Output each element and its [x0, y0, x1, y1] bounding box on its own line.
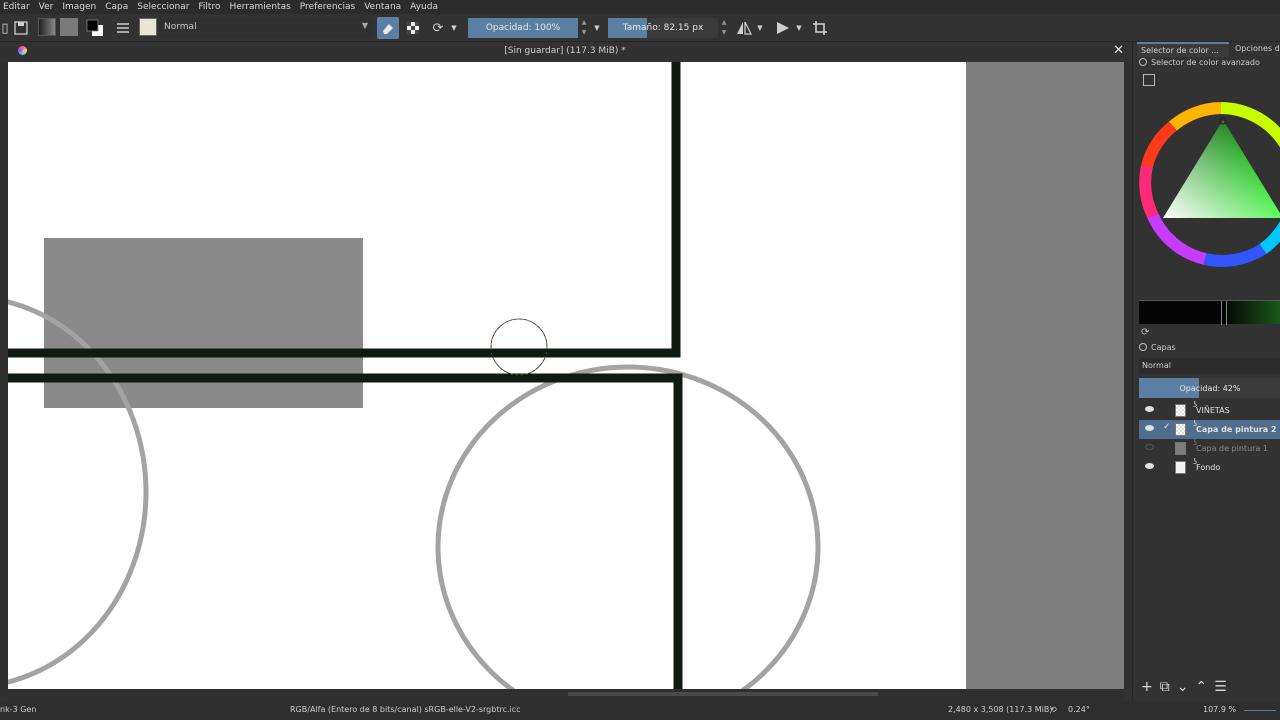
layer-name: Fondo: [1196, 463, 1221, 472]
mask-spacer: [8, 404, 966, 689]
current-brush: nk-3 Gen: [0, 705, 37, 714]
mirror-vertical-icon[interactable]: [772, 17, 794, 39]
document-title: [Sin guardar] (117.3 MiB) *: [504, 46, 626, 56]
crop-icon[interactable]: [809, 17, 831, 39]
rotate-icon[interactable]: ⟲: [1050, 705, 1057, 714]
opacity-spinner[interactable]: ▲ ▼: [580, 18, 588, 38]
opacity-label: Opacidad: 100%: [485, 23, 561, 33]
layer-thumbnail: [1175, 404, 1186, 417]
panel-border-bottom: [8, 373, 683, 689]
layers-opacity-label: Opacidad: 42%: [1179, 383, 1241, 393]
reload-dropdown-icon[interactable]: ▼: [448, 17, 460, 39]
menu-filtro[interactable]: Filtro: [198, 2, 220, 12]
layer-properties-icon[interactable]: ☰: [1214, 679, 1227, 695]
size-label: Tamaño: 82.15 px: [622, 23, 704, 33]
menu-ventana[interactable]: Ventana: [364, 2, 401, 12]
horizontal-scrollbar[interactable]: [8, 689, 1124, 700]
image-dimensions: 2,480 x 3,508 (117.3 MiB): [948, 705, 1053, 714]
zoom-value: 107.9 %: [1203, 705, 1237, 714]
mirror-dropdown-icon[interactable]: ▼: [754, 17, 766, 39]
docker-icon: [1139, 343, 1147, 351]
layer-thumbnail: [1175, 461, 1186, 474]
color-history-strip[interactable]: [1139, 300, 1280, 325]
right-dock: Selector de color ... Opciones de Select…: [1132, 42, 1280, 701]
size-spinner[interactable]: ▲ ▼: [720, 18, 728, 38]
close-document-icon[interactable]: ✕: [1113, 43, 1124, 58]
layers-blend-select[interactable]: Normal: [1139, 358, 1280, 374]
layers-opacity-slider[interactable]: Opacidad: 42%: [1139, 378, 1280, 398]
mirror-v-dropdown-icon[interactable]: ▼: [793, 17, 805, 39]
opacity-slider[interactable]: Opacidad: 100%: [468, 18, 578, 38]
color-wheel[interactable]: [1133, 94, 1280, 274]
tab-tool-options[interactable]: Opciones de: [1231, 42, 1280, 57]
preserve-alpha-icon[interactable]: [402, 17, 424, 39]
canvas[interactable]: [8, 62, 1124, 689]
tool-options-bar: ▯ Normal ▼ ⟳ ▼ Opacidad: 100% ▲ ▼ ▼ Tamañ…: [0, 14, 1280, 42]
hidden-eye-icon[interactable]: [1145, 444, 1154, 450]
add-layer-icon[interactable]: +: [1141, 679, 1153, 695]
move-layer-up-icon[interactable]: ⌃: [1195, 679, 1207, 695]
brush-settings-icon[interactable]: [112, 17, 134, 39]
status-bar: nk-3 Gen RGB/Alfa (Entero de 8 bits/cana…: [0, 701, 1280, 720]
grey-circle-right: [435, 364, 821, 689]
scrollbar-thumb[interactable]: [568, 692, 878, 696]
eraser-mode-icon[interactable]: [377, 17, 399, 39]
opacity-dropdown-icon[interactable]: ▼: [590, 17, 604, 39]
menu-herramientas[interactable]: Herramientas: [229, 2, 290, 12]
menu-seleccionar[interactable]: Seleccionar: [137, 2, 189, 12]
advanced-color-selector-title: Selector de color avanzado: [1139, 58, 1260, 67]
visibility-eye-icon[interactable]: [1145, 406, 1154, 412]
layer-row[interactable]: ʖ Capa de pintura 1: [1139, 438, 1280, 458]
save-icon[interactable]: [10, 17, 32, 39]
color-space-info: RGB/Alfa (Entero de 8 bits/canal) sRGB-e…: [290, 705, 521, 714]
fg-bg-color-icon[interactable]: [84, 17, 106, 39]
move-layer-down-icon[interactable]: ⌄: [1177, 679, 1189, 695]
duplicate-layer-icon[interactable]: ⧉: [1160, 679, 1170, 695]
menu-capa[interactable]: Capa: [105, 2, 128, 12]
layer-row[interactable]: ʖ VIÑETAS: [1139, 400, 1280, 420]
layer-row[interactable]: ʖ Fondo: [1139, 457, 1280, 477]
pattern-swatch[interactable]: [60, 18, 78, 36]
docker-icon: [1139, 58, 1147, 66]
canvas-drawing: [8, 62, 966, 689]
active-check-icon: ✓: [1163, 422, 1171, 432]
menu-bar: Editar Ver Imagen Capa Seleccionar Filtr…: [0, 0, 1280, 14]
layer-name: Capa de pintura 1: [1196, 444, 1268, 453]
tab-color-selector[interactable]: Selector de color ...: [1137, 42, 1229, 57]
layer-name: Capa de pintura 2: [1196, 425, 1277, 434]
layer-thumbnail: [1175, 423, 1186, 436]
blend-mode-select[interactable]: Normal ▼: [160, 18, 372, 38]
menu-ayuda[interactable]: Ayuda: [410, 2, 438, 12]
rotation-value: 0.24°: [1068, 705, 1090, 714]
canvas-left-edge: [0, 62, 8, 689]
vertical-scrollbar[interactable]: [1124, 62, 1132, 689]
layer-row[interactable]: ✓ ʖ Capa de pintura 2: [1139, 419, 1280, 439]
blend-mode-value: Normal: [164, 22, 197, 32]
layers-title: Capas: [1139, 343, 1176, 352]
layer-toolbar: + ⧉ ⌄ ⌃ ☰: [1139, 678, 1280, 696]
layer-name: VIÑETAS: [1196, 406, 1230, 415]
chevron-down-icon: ▼: [361, 21, 368, 30]
color-settings-icon[interactable]: [1143, 74, 1155, 86]
visibility-eye-icon[interactable]: [1145, 463, 1154, 469]
document-tab-bar: [Sin guardar] (117.3 MiB) * ✕: [0, 42, 1130, 61]
refresh-icon[interactable]: ⟳: [1141, 327, 1149, 338]
size-slider[interactable]: Tamaño: 82.15 px: [608, 18, 718, 38]
visibility-eye-icon[interactable]: [1145, 425, 1154, 431]
menu-preferencias[interactable]: Preferencias: [300, 2, 355, 12]
brush-cursor-outline: [490, 318, 548, 376]
gradient-swatch[interactable]: [38, 18, 56, 36]
reload-preset-icon[interactable]: ⟳: [427, 17, 449, 39]
menu-imagen[interactable]: Imagen: [62, 2, 96, 12]
layer-thumbnail: [1175, 442, 1186, 455]
zoom-slider[interactable]: [1244, 710, 1276, 711]
mirror-horizontal-icon[interactable]: [733, 17, 755, 39]
menu-ver[interactable]: Ver: [39, 2, 54, 12]
menu-editar[interactable]: Editar: [3, 2, 30, 12]
brush-preset-icon[interactable]: [139, 18, 157, 36]
